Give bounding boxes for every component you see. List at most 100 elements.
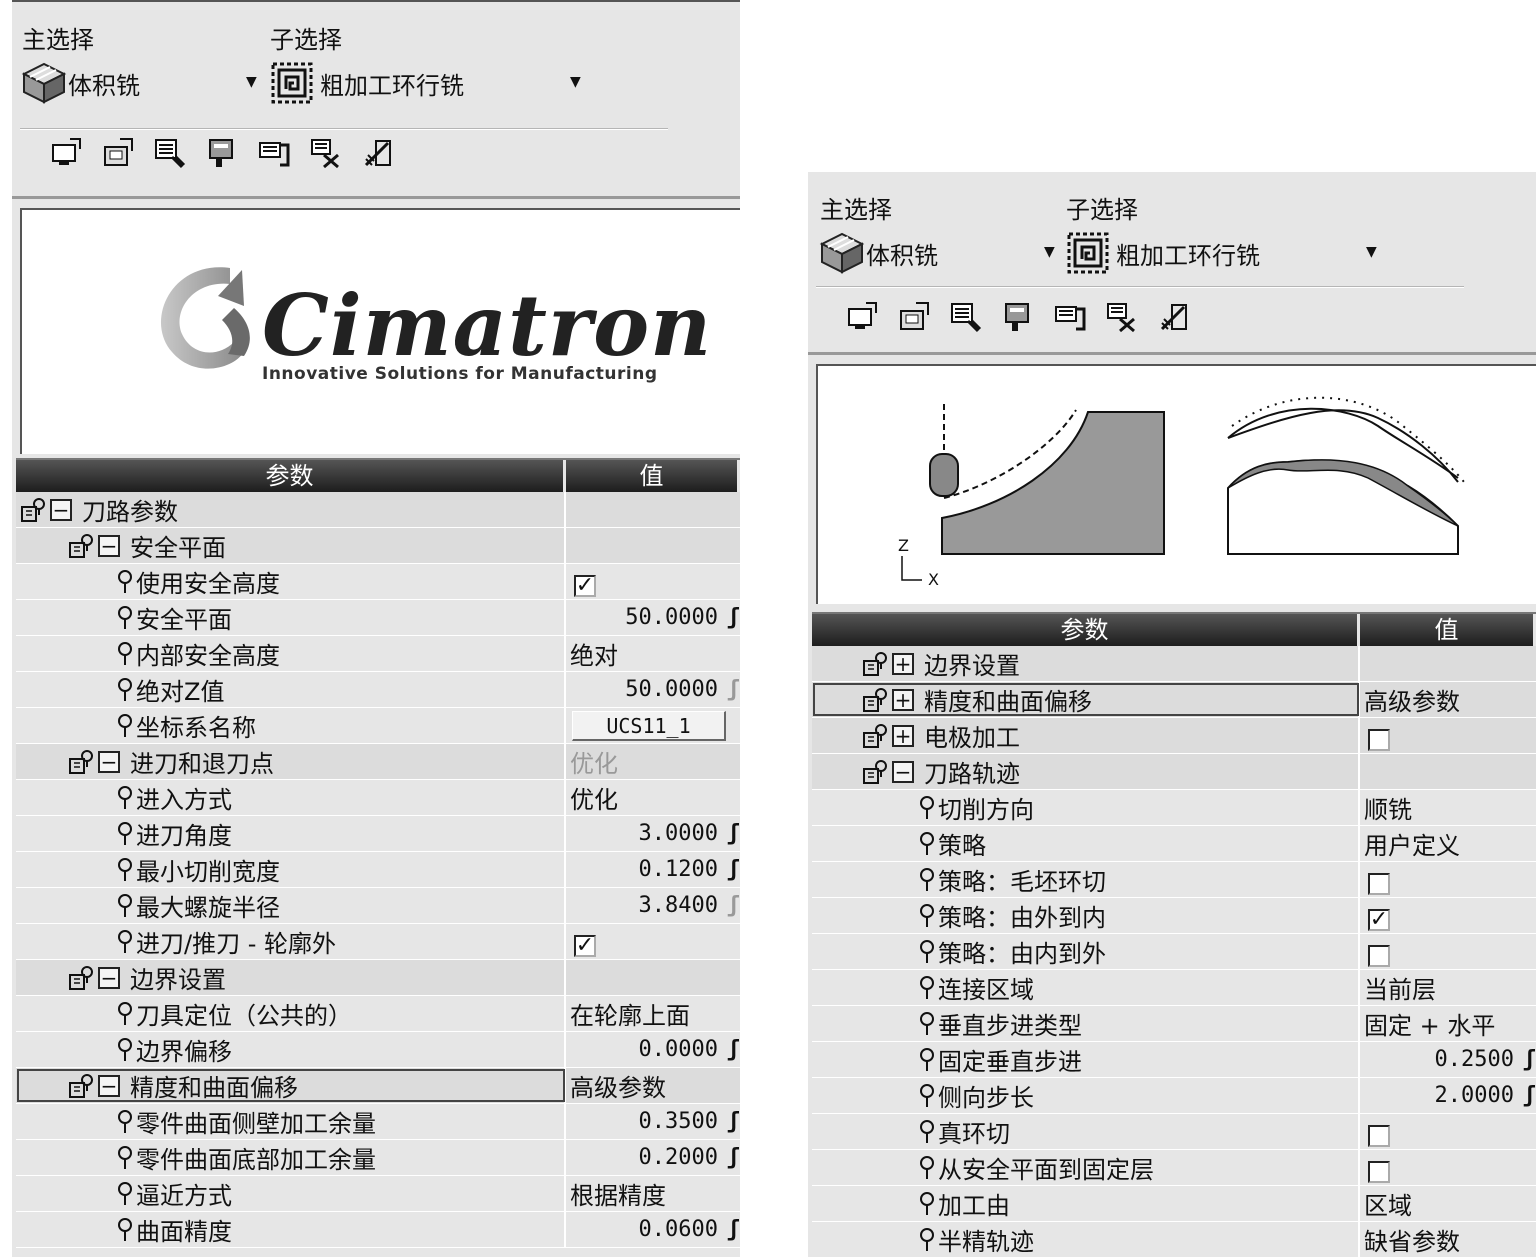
toolbar-icon-7[interactable] [362,136,394,170]
numeric-value[interactable]: 50.0000 [570,677,740,702]
param-cell[interactable]: − 进刀和退刀点 [16,744,566,779]
group-row[interactable]: − 刀路轨迹 [812,754,1536,790]
value-cell[interactable]: 区域 [1360,1186,1536,1221]
group-row[interactable]: − 进刀和退刀点 优化 [16,744,740,780]
sub-select-combo[interactable]: 粗加工环行铣 ▼ [1066,230,1386,276]
table-row[interactable]: 坐标系名称 UCS11_1 [16,708,740,744]
value-cell[interactable] [566,528,740,563]
table-row[interactable]: 半精轨迹 缺省参数 [812,1222,1536,1257]
value-cell[interactable]: 根据精度 [566,1176,740,1211]
value-cell[interactable]: 顺铣 [1360,790,1536,825]
table-row[interactable]: 策略：由外到内 ✓ [812,898,1536,934]
toolbar-icon-4[interactable] [1002,300,1034,334]
value-cell[interactable]: 3.8400 [566,888,740,923]
numeric-value[interactable]: 0.3500 [570,1109,740,1134]
table-row[interactable]: 逼近方式 根据精度 [16,1176,740,1212]
checkbox[interactable]: ✓ [574,574,596,597]
dropdown-arrow-icon[interactable]: ▼ [1366,244,1377,260]
group-row[interactable]: + 边界设置 [812,646,1536,682]
param-cell[interactable]: 零件曲面底部加工余量 [16,1140,566,1175]
value-cell[interactable]: 当前层 [1360,970,1536,1005]
checkbox[interactable] [1368,1160,1390,1183]
param-cell[interactable]: 策略：由外到内 [812,898,1360,933]
value-cell[interactable]: 用户定义 [1360,826,1536,861]
expand-icon[interactable]: + [892,724,914,747]
param-cell[interactable]: 内部安全高度 [16,636,566,671]
value-cell[interactable] [1360,718,1536,753]
table-row[interactable]: 最小切削宽度 0.1200 [16,852,740,888]
table-row[interactable]: 零件曲面底部加工余量 0.2000 [16,1140,740,1176]
main-select-combo[interactable]: 体积铣 ▼ [20,60,260,106]
table-row[interactable]: 最大螺旋半径 3.8400 [16,888,740,924]
param-cell[interactable]: + 电极加工 [812,718,1360,753]
toolbar-icon-4[interactable] [206,136,238,170]
value-cell[interactable]: 0.2000 [566,1140,740,1175]
param-cell[interactable]: 逼近方式 [16,1176,566,1211]
param-cell[interactable]: − 刀路轨迹 [812,754,1360,789]
toolbar-icon-7[interactable] [1158,300,1190,334]
value-cell[interactable] [566,960,740,995]
table-row[interactable]: 曲面精度 0.0600 [16,1212,740,1248]
value-cell[interactable] [1360,646,1536,681]
param-cell[interactable]: − 精度和曲面偏移 [16,1068,566,1103]
value-cell[interactable]: ✓ [566,924,740,959]
table-row[interactable]: 使用安全高度 ✓ [16,564,740,600]
value-cell[interactable] [566,492,740,527]
group-row[interactable]: − 安全平面 [16,528,740,564]
table-row[interactable]: 从安全平面到固定层 [812,1150,1536,1186]
toolbar-icon-1[interactable] [50,136,82,170]
table-row[interactable]: 零件曲面侧壁加工余量 0.3500 [16,1104,740,1140]
param-cell[interactable]: 最小切削宽度 [16,852,566,887]
table-row[interactable]: 绝对Z值 50.0000 [16,672,740,708]
value-cell[interactable]: 缺省参数 [1360,1222,1536,1257]
numeric-value[interactable]: 0.0600 [570,1217,740,1242]
value-cell[interactable]: 50.0000 [566,600,740,635]
param-cell[interactable]: − 刀路参数 [16,492,566,527]
param-cell[interactable]: 加工由 [812,1186,1360,1221]
checkbox[interactable]: ✓ [574,934,596,957]
checkbox[interactable]: ✓ [1368,908,1390,931]
table-row[interactable]: 固定垂直步进 0.2500 [812,1042,1536,1078]
toolbar-icon-5[interactable] [258,136,290,170]
param-cell[interactable]: 固定垂直步进 [812,1042,1360,1077]
param-cell[interactable]: 真环切 [812,1114,1360,1149]
numeric-value[interactable]: 0.2500 [1364,1047,1536,1072]
value-cell[interactable]: 0.1200 [566,852,740,887]
param-cell[interactable]: 半精轨迹 [812,1222,1360,1257]
toolbar-icon-2[interactable] [102,136,134,170]
numeric-value[interactable]: 0.0000 [570,1037,740,1062]
value-cell[interactable] [1360,934,1536,969]
expand-icon[interactable]: + [892,652,914,675]
checkbox[interactable] [1368,728,1390,751]
param-cell[interactable]: 侧向步长 [812,1078,1360,1113]
param-cell[interactable]: 进刀/推刀 - 轮廓外 [16,924,566,959]
param-cell[interactable]: 边界偏移 [16,1032,566,1067]
expand-icon[interactable]: + [892,688,914,711]
table-row[interactable]: 进刀/推刀 - 轮廓外 ✓ [16,924,740,960]
value-cell[interactable] [1360,754,1536,789]
toolbar-icon-6[interactable] [310,136,342,170]
group-row[interactable]: + 精度和曲面偏移 高级参数 [812,682,1536,718]
numeric-value[interactable]: 2.0000 [1364,1083,1536,1108]
param-cell[interactable]: 最大螺旋半径 [16,888,566,923]
param-cell[interactable]: − 安全平面 [16,528,566,563]
main-select-combo[interactable]: 体积铣 ▼ [818,230,1058,276]
collapse-icon[interactable]: − [98,750,120,773]
toolbar-icon-6[interactable] [1106,300,1138,334]
value-cell[interactable]: 高级参数 [566,1068,740,1103]
param-cell[interactable]: 零件曲面侧壁加工余量 [16,1104,566,1139]
toolbar-icon-3[interactable] [950,300,982,334]
param-cell[interactable]: 安全平面 [16,600,566,635]
table-row[interactable]: 真环切 [812,1114,1536,1150]
value-cell[interactable] [1360,862,1536,897]
checkbox[interactable] [1368,944,1390,967]
ucs-select-button[interactable]: UCS11_1 [572,710,726,741]
param-cell[interactable]: 刀具定位（公共的） [16,996,566,1031]
param-cell[interactable]: 切削方向 [812,790,1360,825]
checkbox[interactable] [1368,1124,1390,1147]
param-cell[interactable]: 使用安全高度 [16,564,566,599]
table-row[interactable]: 策略：由内到外 [812,934,1536,970]
param-cell[interactable]: 策略 [812,826,1360,861]
collapse-icon[interactable]: − [50,498,72,521]
value-cell[interactable]: 固定 + 水平 [1360,1006,1536,1041]
